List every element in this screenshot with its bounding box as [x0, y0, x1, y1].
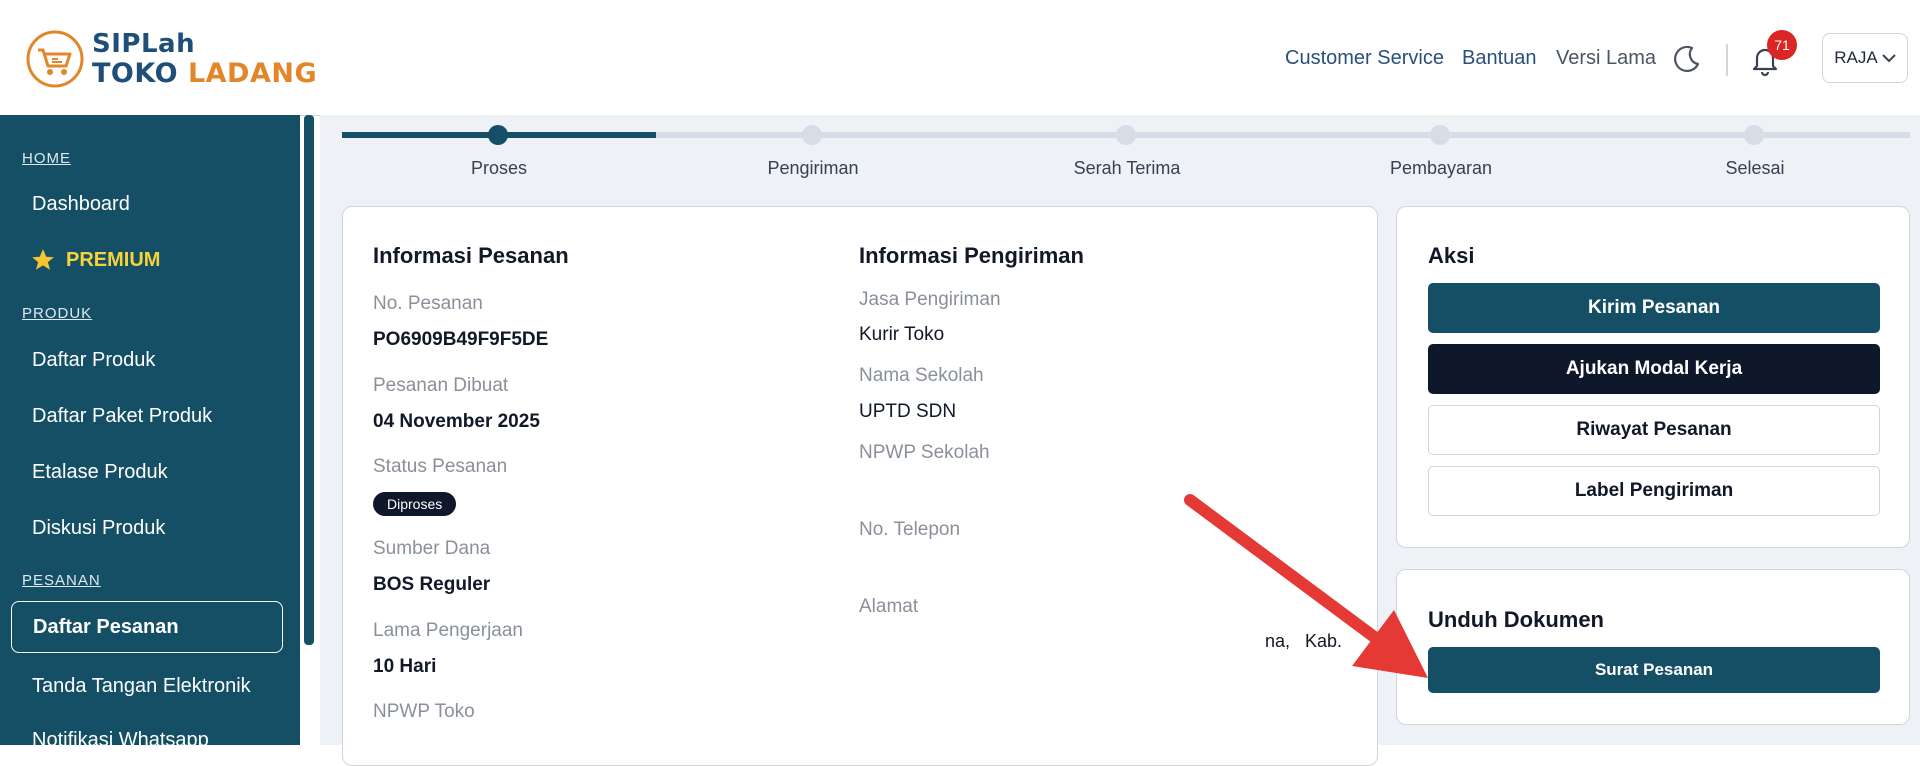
courier-value: Kurir Toko	[859, 324, 945, 345]
sidebar-scrollbar[interactable]	[304, 115, 314, 645]
header-divider	[1726, 44, 1728, 76]
help-link[interactable]: Bantuan	[1462, 47, 1537, 70]
cart-logo-icon	[26, 30, 84, 88]
old-version-link[interactable]: Versi Lama	[1556, 47, 1656, 70]
step-label: Selesai	[1725, 158, 1785, 178]
shipping-label-button[interactable]: Label Pengiriman	[1428, 466, 1880, 516]
phone-label: No. Telepon	[859, 519, 961, 540]
courier-label: Jasa Pengiriman	[859, 289, 1001, 310]
step-label: Serah Terima	[1073, 158, 1181, 178]
step-dot-pengiriman	[802, 125, 822, 145]
dark-mode-moon-icon[interactable]	[1672, 44, 1702, 74]
order-info-title: Informasi Pesanan	[373, 243, 569, 268]
order-created-label: Pesanan Dibuat	[373, 375, 509, 396]
chevron-down-icon	[1882, 54, 1896, 63]
sidebar-item-order-list-label: Daftar Pesanan	[33, 616, 179, 638]
order-no-value: PO6909B49F9F5DE	[373, 329, 549, 350]
logo-text-toko: TOKO	[92, 58, 179, 89]
shipping-info-title: Informasi Pengiriman	[859, 243, 1084, 268]
star-icon	[32, 249, 54, 270]
logo-text-ladang: LADANG	[187, 58, 318, 89]
download-title: Unduh Dokumen	[1428, 607, 1604, 632]
siplah-logo[interactable]: SIPLah TOKO LADANG	[24, 28, 317, 90]
user-name: RAJA	[1834, 48, 1878, 67]
premium-label: PREMIUM	[66, 248, 161, 271]
step-label: Proses	[470, 158, 528, 178]
fund-source-label: Sumber Dana	[373, 538, 491, 559]
sidebar-item-premium[interactable]: PREMIUM	[30, 247, 160, 273]
annotation-arrow-icon	[1184, 494, 1428, 678]
address-label: Alamat	[859, 596, 919, 617]
user-menu-button[interactable]: RAJA	[1822, 33, 1908, 83]
order-status-label: Status Pesanan	[373, 456, 508, 477]
npwp-store-label: NPWP Toko	[373, 701, 475, 722]
school-name-label: Nama Sekolah	[859, 365, 984, 386]
fund-source-value: BOS Reguler	[373, 574, 491, 595]
sidebar-item-product-package-list[interactable]: Daftar Paket Produk	[32, 405, 212, 428]
sidebar-section-product: PRODUK	[22, 305, 93, 322]
duration-label: Lama Pengerjaan	[373, 620, 523, 641]
step-dot-selesai	[1744, 125, 1764, 145]
logo-text-siplah: SIPLah	[92, 29, 196, 59]
sidebar-item-whatsapp-notification[interactable]: Notifikasi Whatsapp	[32, 729, 209, 752]
notification-count-badge: 71	[1767, 30, 1797, 60]
purchase-order-download-button[interactable]: Surat Pesanan	[1428, 647, 1880, 693]
step-dot-serah-terima	[1116, 125, 1136, 145]
sidebar-item-order-list[interactable]: Daftar Pesanan	[11, 601, 283, 653]
send-order-button[interactable]: Kirim Pesanan	[1428, 283, 1880, 333]
sidebar-item-product-discussion[interactable]: Diskusi Produk	[32, 517, 165, 540]
step-label: Pengiriman	[767, 158, 859, 178]
step-label: Pembayaran	[1389, 158, 1493, 178]
actions-title: Aksi	[1428, 243, 1475, 268]
sidebar-section-order: PESANAN	[22, 572, 101, 589]
npwp-school-label: NPWP Sekolah	[859, 442, 990, 463]
duration-value: 10 Hari	[373, 656, 437, 677]
customer-service-link[interactable]: Customer Service	[1285, 47, 1444, 70]
sidebar-item-dashboard[interactable]: Dashboard	[32, 193, 130, 216]
order-created-value: 04 November 2025	[373, 411, 540, 432]
sidebar-item-product-showcase[interactable]: Etalase Produk	[32, 461, 168, 484]
top-header: SIPLah TOKO LADANG Customer Service Bant…	[0, 0, 1920, 116]
step-dot-proses	[488, 125, 508, 145]
sidebar-item-product-list[interactable]: Daftar Produk	[32, 349, 155, 372]
working-capital-button[interactable]: Ajukan Modal Kerja	[1428, 344, 1880, 394]
status-badge: Diproses	[373, 492, 457, 516]
school-name-value: UPTD SDN	[859, 401, 957, 422]
step-dot-pembayaran	[1430, 125, 1450, 145]
sidebar-item-e-signature[interactable]: Tanda Tangan Elektronik	[32, 675, 251, 698]
sidebar-section-home: HOME	[22, 150, 71, 167]
order-history-button[interactable]: Riwayat Pesanan	[1428, 405, 1880, 455]
order-no-label: No. Pesanan	[373, 293, 483, 314]
